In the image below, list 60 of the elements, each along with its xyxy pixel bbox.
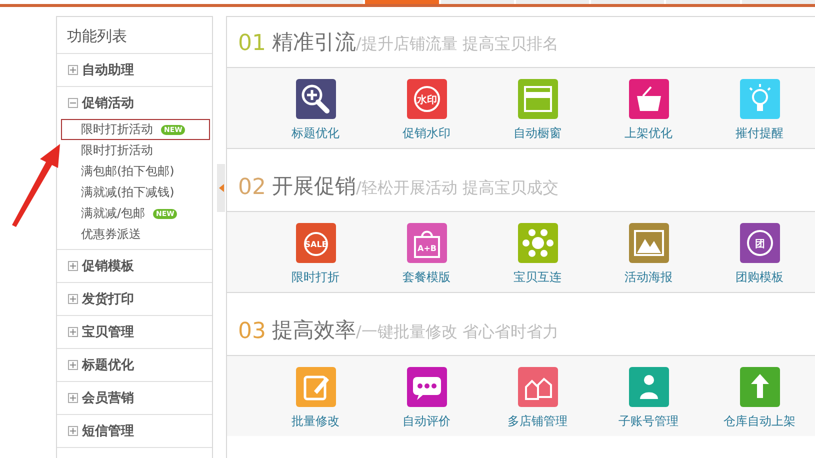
expand-icon[interactable] — [68, 261, 78, 271]
upload-icon[interactable] — [740, 367, 780, 407]
sidebar-item[interactable]: 满就减(拍下减钱) — [61, 182, 210, 203]
expand-icon[interactable] — [68, 360, 78, 370]
expand-icon[interactable] — [68, 65, 78, 75]
tool-link[interactable]: 批量修改 — [292, 413, 340, 430]
lightbulb-icon[interactable] — [740, 79, 780, 119]
sidebar-group[interactable]: 自动助理 — [82, 61, 134, 79]
chat-bubble-icon[interactable] — [406, 367, 446, 407]
houses-icon[interactable] — [518, 367, 558, 407]
sidebar-group[interactable]: 促销活动 — [82, 94, 134, 112]
sidebar-group[interactable]: 短信管理 — [82, 422, 134, 440]
sidebar-group[interactable]: 标题优化 — [82, 356, 134, 374]
edit-icon[interactable] — [296, 367, 336, 407]
tool-link[interactable]: 限时打折 — [292, 269, 340, 286]
magnifier-icon[interactable] — [296, 79, 336, 119]
section-title: 提高效率 — [272, 317, 356, 344]
sidebar-group[interactable]: 会员营销 — [82, 389, 134, 407]
section-number: 01 — [238, 31, 266, 56]
storefront-icon[interactable] — [518, 79, 558, 119]
section-subtitle: /一键批量修改 省心省时省力 — [356, 322, 558, 343]
expand-icon[interactable] — [68, 393, 78, 403]
sidebar-group[interactable]: 促销模板 — [82, 257, 134, 275]
section-subtitle: /轻松开展活动 提高宝贝成交 — [356, 178, 558, 199]
tool-link[interactable]: 自动评价 — [402, 413, 450, 430]
sidebar-group[interactable]: 宝贝管理 — [82, 323, 134, 341]
sidebar-item[interactable]: 满包邮(拍下包邮) — [61, 161, 210, 182]
tool-link[interactable]: 自动橱窗 — [514, 125, 562, 142]
tool-link[interactable]: 促销水印 — [402, 125, 450, 142]
network-icon[interactable] — [518, 223, 558, 263]
tool-link[interactable]: 套餐模版 — [402, 269, 450, 286]
tool-link[interactable]: 宝贝互连 — [514, 269, 562, 286]
tool-link[interactable]: 摧付提醒 — [736, 125, 784, 142]
tool-link[interactable]: 标题优化 — [292, 125, 340, 142]
shopping-bag-icon[interactable]: A+B — [406, 223, 446, 263]
sidebar-item[interactable]: 优惠券派送 — [61, 224, 210, 245]
section-subtitle: /提升店铺流量 提高宝贝排名 — [356, 34, 558, 55]
section-title: 精准引流 — [272, 29, 356, 56]
basket-icon[interactable] — [628, 79, 668, 119]
collapse-handle[interactable] — [217, 164, 225, 212]
expand-icon[interactable] — [68, 327, 78, 337]
sidebar-title: 功能列表 — [57, 17, 212, 54]
tool-link[interactable]: 多店铺管理 — [508, 413, 568, 430]
section-number: 02 — [238, 175, 266, 200]
tool-link[interactable]: 团购模板 — [736, 269, 784, 286]
section-number: 03 — [238, 319, 266, 344]
tool-link[interactable]: 上架优化 — [624, 125, 672, 142]
people-icon[interactable] — [628, 367, 668, 407]
stamp-icon[interactable]: 水印 — [406, 79, 446, 119]
tool-link[interactable]: 子账号管理 — [618, 413, 678, 430]
sidebar-item[interactable]: 限时打折活动 — [61, 140, 210, 161]
tool-link[interactable]: 活动海报 — [624, 269, 672, 286]
picture-icon[interactable] — [628, 223, 668, 263]
triangle-icon — [218, 184, 224, 192]
tool-link[interactable]: 仓库自动上架 — [724, 413, 796, 430]
expand-icon[interactable] — [68, 294, 78, 304]
sidebar-group[interactable]: 发货打印 — [82, 290, 134, 308]
collapse-icon[interactable] — [68, 98, 78, 108]
expand-icon[interactable] — [68, 426, 78, 436]
section-title: 开展促销 — [272, 173, 356, 200]
